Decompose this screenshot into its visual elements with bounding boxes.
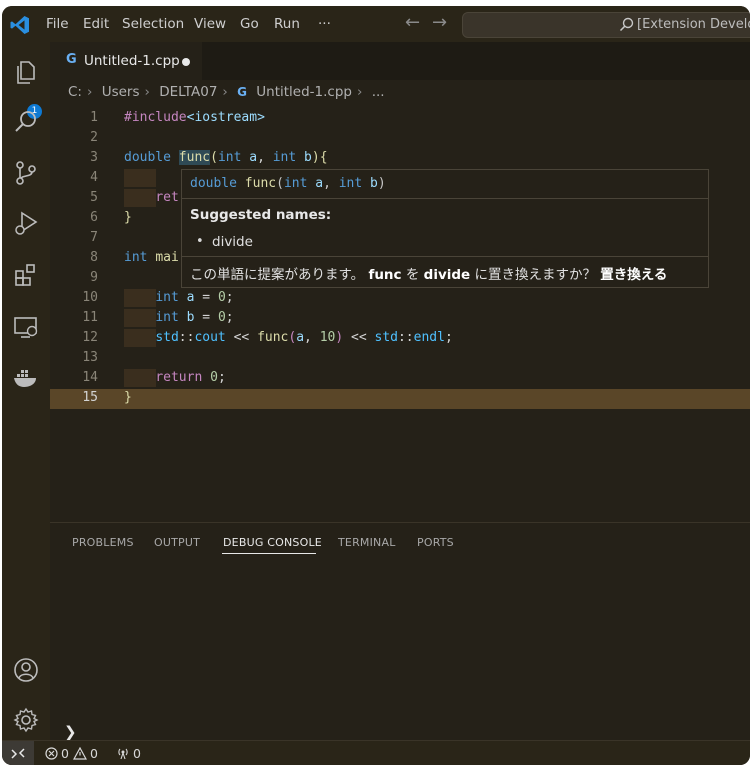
warning-icon[interactable]	[73, 747, 87, 760]
tab-label: Untitled-1.cpp	[84, 53, 180, 69]
back-arrow-icon[interactable]: ←	[405, 12, 420, 33]
breadcrumb: C: › Users › DELTA07 › G Untitled-1.cpp › ..…	[68, 84, 390, 100]
chevron-right-icon: ›	[144, 84, 150, 100]
hover-divider	[182, 256, 708, 257]
suggested-name-item: divide	[212, 234, 253, 250]
ports-broadcast-icon[interactable]	[116, 746, 130, 760]
bottom-panel: PROBLEMS OUTPUT DEBUG CONSOLE TERMINAL P…	[50, 522, 750, 741]
code-line-6[interactable]: }	[124, 210, 132, 225]
ports-count[interactable]: 0	[133, 746, 141, 761]
indent-guide	[124, 169, 156, 187]
activity-bar: 1	[2, 42, 50, 740]
chevron-prompt-icon[interactable]: ❯	[64, 723, 77, 741]
breadcrumb-symbol[interactable]: ...	[372, 84, 385, 100]
line-number: 7	[90, 230, 98, 245]
line-number: 10	[82, 290, 98, 305]
tab-bar: G Untitled-1.cpp	[50, 42, 750, 80]
menu-view[interactable]: View	[194, 16, 226, 32]
search-icon	[619, 17, 634, 32]
remote-icon	[11, 748, 25, 759]
hover-signature: double func(int a, int b)	[190, 176, 386, 191]
bullet-icon: •	[196, 234, 204, 249]
code-line-8[interactable]: int mai	[124, 250, 179, 265]
breadcrumb-file[interactable]: Untitled-1.cpp	[256, 84, 352, 100]
hover-heading: Suggested names:	[190, 207, 332, 223]
line-number: 3	[90, 150, 98, 165]
unsaved-dot-icon[interactable]	[182, 58, 190, 66]
line-number: 12	[82, 330, 98, 345]
code-line-10[interactable]: int a = 0;	[124, 290, 233, 305]
cpp-file-icon: G	[237, 85, 247, 99]
command-center-text: [Extension Developm	[637, 17, 750, 32]
current-line-highlight	[50, 389, 750, 409]
run-debug-icon[interactable]	[12, 209, 40, 237]
command-center-search[interactable]: [Extension Developm	[462, 12, 750, 38]
tab-terminal[interactable]: TERMINAL	[338, 536, 396, 549]
settings-gear-icon[interactable]	[12, 706, 40, 734]
active-tab-indicator	[222, 553, 316, 554]
line-number: 6	[90, 210, 98, 225]
line-number-current: 15	[82, 390, 98, 405]
code-line-15[interactable]: }	[124, 390, 132, 405]
line-number: 1	[90, 110, 98, 125]
remote-indicator[interactable]	[2, 741, 34, 765]
code-line-3[interactable]: double func(int a, int b){	[124, 150, 328, 165]
editor-area: G Untitled-1.cpp C: › Users › DELTA07 › G U…	[50, 42, 750, 522]
extensions-icon[interactable]	[12, 261, 40, 289]
chevron-right-icon: ›	[356, 84, 363, 100]
menu-edit[interactable]: Edit	[83, 16, 109, 32]
line-number: 4	[90, 170, 98, 185]
line-number: 8	[90, 250, 98, 265]
chevron-right-icon: ›	[86, 84, 93, 100]
menu-more[interactable]: ···	[318, 16, 331, 32]
error-count[interactable]: 0	[61, 746, 69, 761]
search-sidebar-icon[interactable]	[12, 108, 40, 136]
hover-action-row: この単語に提案があります。 func を divide に置き換えますか？ 置き…	[190, 267, 668, 283]
breadcrumb-users[interactable]: Users	[102, 84, 140, 100]
line-number: 2	[90, 130, 98, 145]
forward-arrow-icon[interactable]: →	[432, 12, 447, 33]
hover-divider	[182, 198, 708, 199]
error-icon[interactable]	[45, 747, 58, 760]
line-number: 13	[82, 350, 98, 365]
menu-go[interactable]: Go	[240, 16, 259, 32]
tab-untitled-1-cpp[interactable]: G Untitled-1.cpp	[50, 42, 202, 80]
line-number: 14	[82, 370, 98, 385]
vscode-logo-icon	[10, 16, 29, 34]
remote-explorer-icon[interactable]	[12, 313, 40, 341]
menu-file[interactable]: File	[46, 16, 69, 32]
line-number: 11	[82, 310, 98, 325]
vscode-window: File Edit Selection View Go Run ··· ← → …	[2, 6, 750, 765]
replace-link[interactable]: 置き換える	[600, 267, 667, 283]
status-bar: 0 0 0	[2, 740, 750, 765]
docker-icon[interactable]	[12, 364, 40, 392]
code-line-11[interactable]: int b = 0;	[124, 310, 233, 325]
hover-tooltip: double func(int a, int b) Suggested name…	[181, 169, 709, 288]
cpp-file-icon: G	[66, 52, 77, 67]
menu-selection[interactable]: Selection	[122, 16, 184, 32]
code-line-1[interactable]: #include<iostream>	[124, 110, 265, 125]
explorer-icon[interactable]	[12, 58, 40, 86]
breadcrumb-user-folder[interactable]: DELTA07	[159, 84, 217, 100]
account-icon[interactable]	[12, 656, 40, 684]
tab-problems[interactable]: PROBLEMS	[72, 536, 134, 549]
breadcrumb-drive[interactable]: C:	[68, 84, 82, 100]
code-line-14[interactable]: return 0;	[124, 370, 225, 385]
source-control-icon[interactable]	[12, 159, 40, 187]
line-number: 9	[90, 270, 98, 285]
code-line-12[interactable]: std::cout << func(a, 10) << std::endl;	[124, 330, 452, 345]
line-number: 5	[90, 190, 98, 205]
menu-run[interactable]: Run	[274, 16, 300, 32]
func-identifier: func	[178, 150, 211, 165]
tab-output[interactable]: OUTPUT	[154, 536, 200, 549]
tab-debug-console[interactable]: DEBUG CONSOLE	[223, 536, 322, 549]
warning-count[interactable]: 0	[90, 746, 98, 761]
tab-ports[interactable]: PORTS	[417, 536, 454, 549]
title-bar: File Edit Selection View Go Run ··· ← → …	[2, 6, 750, 42]
code-line-5[interactable]: ret	[124, 190, 178, 205]
chevron-right-icon: ›	[222, 84, 228, 100]
